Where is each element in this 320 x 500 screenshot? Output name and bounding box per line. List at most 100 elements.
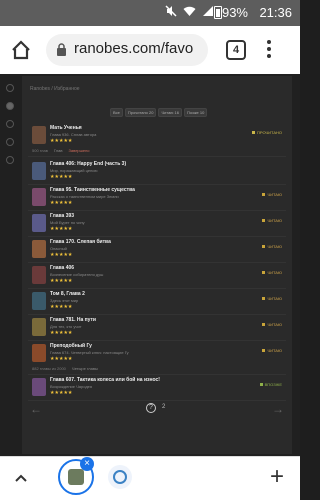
item-subtitle: Глава 936. Сплав автора [50,132,97,137]
status-badge[interactable]: ЧИТАЮ [262,192,282,197]
book-cover[interactable] [32,378,46,396]
chevron-up-icon[interactable] [14,471,28,485]
item-subtitle: Для тех, кто учит [50,324,82,329]
prev-page-button[interactable]: ← [30,402,42,416]
status-dot-icon [262,271,266,275]
item-title[interactable]: Глава 406: Happy End (часть 3) [50,161,126,167]
side-icon[interactable] [6,84,14,92]
book-cover[interactable] [32,162,46,180]
status-dot-icon [262,297,266,301]
url-text: ranobes.com/favo [74,40,194,57]
book-cover[interactable] [32,318,46,336]
item-title[interactable]: Том 8, Глава 2 [50,291,85,297]
status-label: ЧИТАЮ [267,218,282,223]
item-meta: 882 главы из 2000 Четыре главы [32,366,98,371]
status-badge[interactable]: ПРОЧИТАНО [252,130,282,135]
status-badge[interactable]: ЧИТАЮ [262,322,282,327]
status-badge[interactable]: ЧИТАЮ [262,244,282,249]
filter-chip[interactable]: Позже 10 [183,108,208,117]
book-cover[interactable] [32,266,46,284]
signal-icon [203,6,213,16]
item-subtitle: Мир, поражающий ценою [50,168,98,173]
site-favicon-icon [68,469,84,485]
item-subtitle: Глава 674. Четвертый ключ: настоящие Гу [50,350,129,355]
book-cover[interactable] [32,240,46,258]
more-menu-icon[interactable] [266,40,272,60]
item-title[interactable]: Глава 170. Слепая битва [50,239,111,245]
row-divider [28,340,286,341]
row-divider [28,314,286,315]
battery-percent: 93% [221,5,248,20]
row-divider [28,262,286,263]
status-dot-icon [262,323,266,327]
filter-chip[interactable]: Прочитано 20 [124,108,157,117]
close-tab-icon[interactable]: × [80,457,94,471]
status-label: ЧИТАЮ [267,296,282,301]
rating-stars: ★★★★★ [50,252,73,258]
address-bar[interactable]: ranobes.com/favo [46,34,208,66]
row-divider [28,156,286,157]
site-favicon-icon [113,470,127,484]
row-divider [28,288,286,289]
item-title[interactable]: Глава 781. На пути [50,317,96,323]
book-cover[interactable] [32,126,46,144]
breadcrumb: Ranobes / Избранное [30,86,80,92]
status-badge[interactable]: ЧИТАЮ [262,218,282,223]
home-icon[interactable] [10,39,32,61]
side-icon[interactable] [6,138,14,146]
filter-chip[interactable]: Читаю 16 [158,108,182,117]
wifi-icon [183,6,196,16]
new-tab-button[interactable]: + [270,465,284,489]
item-meta: 500 глав Глав Завершено [32,148,90,153]
item-subtitle: Вознесение собирателя душ [50,272,104,277]
item-subtitle: Мой Бурет по чипу [50,220,85,225]
status-badge[interactable]: ЧИТАЮ [262,348,282,353]
status-dot-icon [262,349,266,353]
status-label: ЧИТАЮ [267,322,282,327]
item-title[interactable]: Глава 95. Таинственные существа [50,187,135,193]
rating-stars: ★★★★★ [50,138,73,144]
status-label: ЧИТАЮ [267,348,282,353]
status-dot-icon [252,131,255,135]
item-subtitle: Рассказ о таинственном мире Земли [50,194,119,199]
chapters-link[interactable]: Четыре главы [72,366,98,371]
chapters-link[interactable]: Глав [54,148,63,153]
book-cover[interactable] [32,214,46,232]
item-title[interactable]: Глава 393 [50,213,74,219]
row-divider [28,374,286,375]
status-dot-icon [262,219,266,223]
browser-toolbar: ranobes.com/favo 4 [0,26,300,74]
help-icon[interactable]: ? [146,403,156,413]
status-label: ЧИТАЮ [267,270,282,275]
item-title[interactable]: Преподобный Гу [50,343,92,349]
rating-stars: ★★★★★ [50,356,73,362]
status-badge[interactable]: ВПОЗЖЕ [259,382,282,387]
item-title[interactable]: Глава 607. Тактика колеса или бой на изн… [50,377,160,383]
side-icon[interactable] [6,120,14,128]
status-label: ПРОЧИТАНО [257,130,282,135]
rating-stars: ★★★★★ [50,200,73,206]
status-bar: 93% 21:36 [0,0,300,26]
item-title[interactable]: Глава 406 [50,265,74,271]
web-page: Ranobes / Избранное Все Прочитано 20 Читаю… [0,74,300,456]
book-cover[interactable] [32,344,46,362]
status-label: ВПОЗЖЕ [264,382,282,387]
side-icon[interactable] [6,156,14,164]
item-subtitle: Здесь этот мир [50,298,79,303]
side-icon[interactable] [6,102,14,110]
status-badge[interactable]: ЧИТАЮ [262,296,282,301]
status-dot-icon [262,245,266,249]
filter-chip[interactable]: Все [110,108,123,117]
row-divider [28,400,286,401]
status-label: ЧИТАЮ [267,244,282,249]
next-page-button[interactable]: → [272,402,284,416]
row-divider [28,236,286,237]
status-badge[interactable]: ЧИТАЮ [262,270,282,275]
item-title[interactable]: Мать Ученья [50,125,82,131]
tab-switcher-button[interactable]: 4 [226,40,246,60]
book-cover[interactable] [32,188,46,206]
status-label: ЧИТАЮ [267,192,282,197]
page-number[interactable]: 2 [162,404,165,410]
book-cover[interactable] [32,292,46,310]
tab-thumbnail[interactable] [108,465,132,489]
